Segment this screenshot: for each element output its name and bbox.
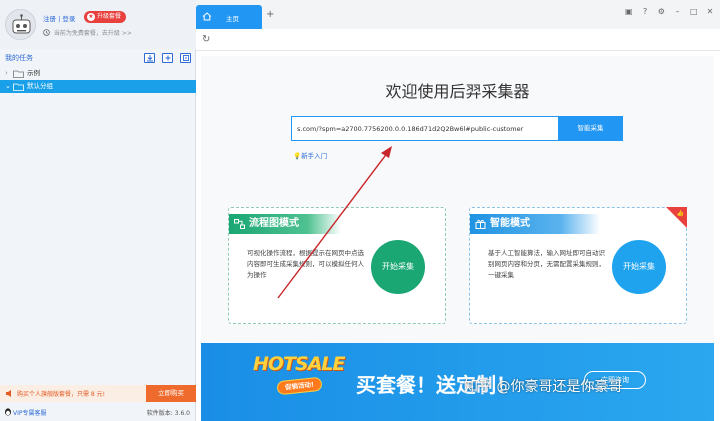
smart-mode-card: 智能模式 基于人工智能算法，输入网址即可自动识别网页内容和分页，无需配置采集规则…: [469, 207, 687, 324]
import-task-icon[interactable]: [144, 53, 155, 63]
url-input[interactable]: [291, 116, 559, 141]
upgrade-plan-button[interactable]: ★ 升级套餐: [84, 11, 127, 23]
flowchart-mode-desc: 可视化操作流程，根据提示在网页中点选内容即可生成采集规则，可以模拟任何人为操作: [247, 249, 364, 279]
crown-icon: ★: [87, 13, 95, 21]
flowchart-icon: [234, 219, 245, 229]
newbie-guide-label: 新手入门: [301, 152, 328, 160]
close-icon[interactable]: ✕: [704, 6, 716, 18]
tree-item-example[interactable]: › 示例: [0, 67, 196, 80]
sale-tag: 促销活动!: [276, 376, 323, 396]
plan-status-text: 当前为免费套餐，去升级 >>: [53, 30, 132, 37]
lightbulb-icon: 💡: [293, 152, 302, 160]
zhihu-watermark: 知乎 @你豪哥还是你豪哥: [464, 379, 623, 395]
newbie-guide-link[interactable]: 💡新手入门: [293, 150, 327, 160]
flowchart-start-button[interactable]: 开始采集: [371, 240, 425, 294]
auth-separator: |: [58, 15, 61, 23]
folder-icon: [13, 70, 24, 78]
tree-item-label: 默认分组: [27, 82, 53, 90]
flowchart-mode-card: 流程图模式 可视化操作流程，根据提示在网页中点选内容即可生成采集规则，可以模拟任…: [228, 207, 446, 324]
vip-support-link[interactable]: VIP专属客服: [13, 408, 47, 417]
skin-icon[interactable]: ▣: [623, 6, 635, 18]
speaker-icon: [6, 390, 11, 397]
window-controls: ▣ ? ⚙ – □ ✕: [621, 6, 716, 18]
clock-icon: [43, 29, 50, 36]
minimize-icon[interactable]: –: [672, 6, 684, 18]
smart-mode-desc: 基于人工智能算法，输入网址即可自动识别网页内容和分页，无需配置采集规则，一键采集: [488, 249, 605, 279]
upgrade-plan-label: 升级套餐: [97, 13, 122, 20]
sidebar: 注册 | 登录 ★ 升级套餐 当前为免费套餐，去升级 >> 我的任务 › 示例: [0, 0, 196, 421]
add-tab-button[interactable]: +: [266, 9, 274, 20]
tree-item-label: 示例: [27, 69, 40, 77]
tasks-toolbar: 我的任务: [0, 52, 196, 65]
promo-text: 购买个人旗舰版套餐，只需 8 元!: [17, 391, 106, 398]
task-settings-icon[interactable]: [180, 53, 191, 63]
home-icon: [202, 12, 212, 21]
login-link[interactable]: 登录: [62, 15, 75, 23]
thumb-up-icon: 👍: [676, 210, 684, 217]
robot-avatar-icon[interactable]: [5, 9, 36, 40]
flowchart-mode-header: 流程图模式: [229, 214, 341, 234]
home-page: 欢迎使用后羿采集器 智能采集 💡新手入门 流程图模式 可视化操作流程，根据提示在…: [201, 56, 714, 421]
help-icon[interactable]: ?: [639, 6, 651, 18]
plan-status[interactable]: 当前为免费套餐，去升级 >>: [43, 28, 132, 37]
qq-icon: [5, 408, 11, 416]
maximize-icon[interactable]: □: [688, 6, 700, 18]
chevron-down-icon[interactable]: ⌄: [5, 80, 11, 93]
flowchart-mode-title: 流程图模式: [249, 218, 299, 229]
folder-icon: [13, 83, 24, 91]
tree-item-default-group[interactable]: ⌄ 默认分组: [0, 80, 196, 93]
account-header: 注册 | 登录 ★ 升级套餐 当前为免费套餐，去升级 >>: [0, 0, 196, 49]
gift-icon: [475, 219, 486, 229]
refresh-icon[interactable]: ↻: [202, 34, 210, 45]
tab-bar: 主页 + ▣ ? ⚙ – □ ✕: [196, 0, 720, 29]
promo-bar: 购买个人旗舰版套餐，只需 8 元! 立即购买: [0, 385, 196, 402]
my-tasks-title: 我的任务: [5, 54, 33, 62]
tab-home[interactable]: 主页: [196, 5, 262, 29]
buy-now-button[interactable]: 立即购买: [146, 385, 196, 402]
smart-collect-button[interactable]: 智能采集: [558, 116, 623, 141]
register-link[interactable]: 注册: [43, 15, 56, 23]
sidebar-footer: VIP专属客服 软件版本: 3.6.0: [0, 404, 196, 421]
smart-start-button[interactable]: 开始采集: [612, 240, 666, 294]
promo-banner[interactable]: HOTSALE 促销活动! 买套餐！送定制！ 立即咨询: [201, 343, 714, 421]
auth-links: 注册 | 登录: [43, 13, 75, 23]
hotsale-logo: HOTSALE: [253, 353, 345, 375]
chevron-right-icon[interactable]: ›: [5, 67, 8, 80]
nav-bar: ↻: [196, 29, 720, 51]
new-task-icon[interactable]: [162, 53, 173, 63]
software-version: 软件版本: 3.6.0: [146, 410, 190, 417]
smart-mode-header: 智能模式: [470, 214, 600, 234]
tab-home-label: 主页: [226, 15, 239, 23]
page-title: 欢迎使用后羿采集器: [385, 82, 530, 101]
smart-mode-title: 智能模式: [490, 218, 530, 229]
settings-icon[interactable]: ⚙: [655, 6, 667, 18]
task-tree: › 示例 ⌄ 默认分组: [0, 67, 196, 93]
